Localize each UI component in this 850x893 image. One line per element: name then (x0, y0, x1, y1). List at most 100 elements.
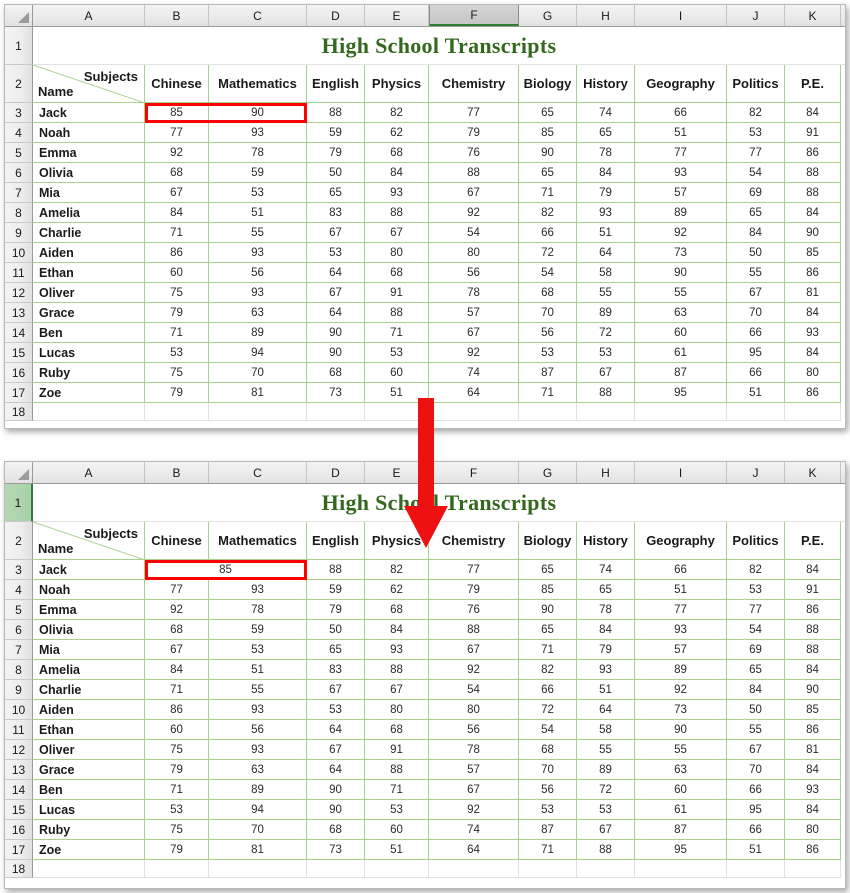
column-header-c[interactable]: C (209, 462, 307, 483)
score-cell[interactable]: 84 (365, 620, 429, 640)
score-cell[interactable]: 55 (727, 263, 785, 283)
row-header-1[interactable]: 1 (5, 484, 33, 522)
subject-header-cell[interactable]: English (307, 65, 365, 103)
score-cell[interactable]: 62 (365, 580, 429, 600)
score-cell[interactable]: 84 (785, 760, 841, 780)
score-cell[interactable]: 55 (635, 283, 727, 303)
score-cell[interactable]: 88 (785, 640, 841, 660)
column-header-g[interactable]: G (519, 5, 577, 26)
score-cell[interactable]: 78 (209, 143, 307, 163)
empty-cell[interactable] (33, 860, 145, 878)
score-cell[interactable]: 66 (727, 323, 785, 343)
score-cell[interactable]: 53 (145, 800, 209, 820)
student-name-cell[interactable]: Jack (33, 560, 145, 580)
score-cell[interactable]: 51 (577, 223, 635, 243)
score-cell[interactable]: 68 (365, 263, 429, 283)
empty-cell[interactable] (209, 860, 307, 878)
select-all-corner-button[interactable] (5, 462, 33, 483)
score-cell[interactable]: 93 (209, 123, 307, 143)
subject-header-cell[interactable]: Mathematics (209, 522, 307, 560)
score-cell[interactable]: 77 (145, 580, 209, 600)
score-cell[interactable]: 85 (519, 580, 577, 600)
student-name-cell[interactable]: Olivia (33, 163, 145, 183)
score-cell[interactable]: 77 (635, 143, 727, 163)
score-cell[interactable]: 63 (635, 760, 727, 780)
subject-header-cell[interactable]: Politics (727, 65, 785, 103)
score-cell[interactable]: 93 (635, 620, 727, 640)
empty-cell[interactable] (635, 403, 727, 421)
empty-cell[interactable] (785, 403, 841, 421)
score-cell[interactable]: 83 (307, 660, 365, 680)
score-cell[interactable]: 67 (145, 183, 209, 203)
score-cell[interactable]: 90 (519, 143, 577, 163)
score-cell[interactable]: 88 (577, 840, 635, 860)
score-cell[interactable]: 88 (785, 163, 841, 183)
student-name-cell[interactable]: Oliver (33, 740, 145, 760)
score-cell[interactable]: 54 (519, 720, 577, 740)
subject-header-cell[interactable]: English (307, 522, 365, 560)
score-cell[interactable]: 71 (145, 680, 209, 700)
score-cell[interactable]: 68 (145, 163, 209, 183)
score-cell[interactable]: 67 (577, 363, 635, 383)
subject-header-cell[interactable]: Mathematics (209, 65, 307, 103)
score-cell[interactable]: 91 (785, 123, 841, 143)
score-cell[interactable]: 81 (785, 283, 841, 303)
student-name-cell[interactable]: Zoe (33, 840, 145, 860)
score-cell[interactable]: 80 (365, 243, 429, 263)
score-cell[interactable]: 60 (635, 780, 727, 800)
row-header-9[interactable]: 9 (5, 223, 33, 243)
row-header-13[interactable]: 13 (5, 760, 33, 780)
score-cell[interactable]: 90 (307, 323, 365, 343)
student-name-cell[interactable]: Oliver (33, 283, 145, 303)
row-header-16[interactable]: 16 (5, 363, 33, 383)
score-cell[interactable]: 73 (307, 383, 365, 403)
score-cell[interactable]: 90 (785, 223, 841, 243)
empty-cell[interactable] (209, 403, 307, 421)
column-header-d[interactable]: D (307, 462, 365, 483)
column-header-h[interactable]: H (577, 462, 635, 483)
score-cell[interactable]: 58 (577, 263, 635, 283)
score-cell[interactable]: 84 (577, 163, 635, 183)
score-cell[interactable]: 70 (209, 363, 307, 383)
score-cell[interactable]: 61 (635, 343, 727, 363)
row-header-1[interactable]: 1 (5, 27, 33, 65)
score-cell[interactable]: 50 (307, 620, 365, 640)
score-cell[interactable]: 67 (727, 283, 785, 303)
score-cell[interactable]: 79 (577, 640, 635, 660)
score-cell[interactable]: 88 (307, 560, 365, 580)
score-cell[interactable]: 85 (145, 103, 209, 123)
score-cell[interactable]: 93 (785, 323, 841, 343)
student-name-cell[interactable]: Ben (33, 780, 145, 800)
student-name-cell[interactable]: Grace (33, 760, 145, 780)
empty-cell[interactable] (365, 860, 429, 878)
score-cell[interactable]: 59 (209, 620, 307, 640)
student-name-cell[interactable]: Ethan (33, 720, 145, 740)
score-cell[interactable]: 90 (785, 680, 841, 700)
score-cell[interactable]: 72 (577, 780, 635, 800)
score-cell[interactable]: 51 (635, 123, 727, 143)
score-cell[interactable]: 75 (145, 740, 209, 760)
row-header-15[interactable]: 15 (5, 800, 33, 820)
score-cell[interactable]: 62 (365, 123, 429, 143)
score-cell[interactable]: 56 (519, 323, 577, 343)
score-cell[interactable]: 73 (635, 700, 727, 720)
score-cell[interactable]: 77 (727, 143, 785, 163)
score-cell[interactable]: 65 (519, 620, 577, 640)
score-cell[interactable]: 93 (209, 740, 307, 760)
score-cell[interactable]: 91 (365, 283, 429, 303)
score-cell[interactable]: 53 (577, 343, 635, 363)
score-cell[interactable]: 65 (577, 123, 635, 143)
score-cell[interactable]: 77 (145, 123, 209, 143)
score-cell[interactable]: 84 (785, 103, 841, 123)
subject-header-cell[interactable]: Chinese (145, 65, 209, 103)
score-cell[interactable]: 71 (519, 183, 577, 203)
score-cell[interactable]: 74 (577, 103, 635, 123)
score-cell[interactable]: 84 (785, 800, 841, 820)
score-cell[interactable]: 51 (635, 580, 727, 600)
empty-cell[interactable] (307, 403, 365, 421)
score-cell[interactable]: 89 (577, 303, 635, 323)
score-cell[interactable]: 55 (635, 740, 727, 760)
score-cell[interactable]: 59 (307, 123, 365, 143)
score-cell[interactable]: 71 (519, 383, 577, 403)
row-header-6[interactable]: 6 (5, 163, 33, 183)
